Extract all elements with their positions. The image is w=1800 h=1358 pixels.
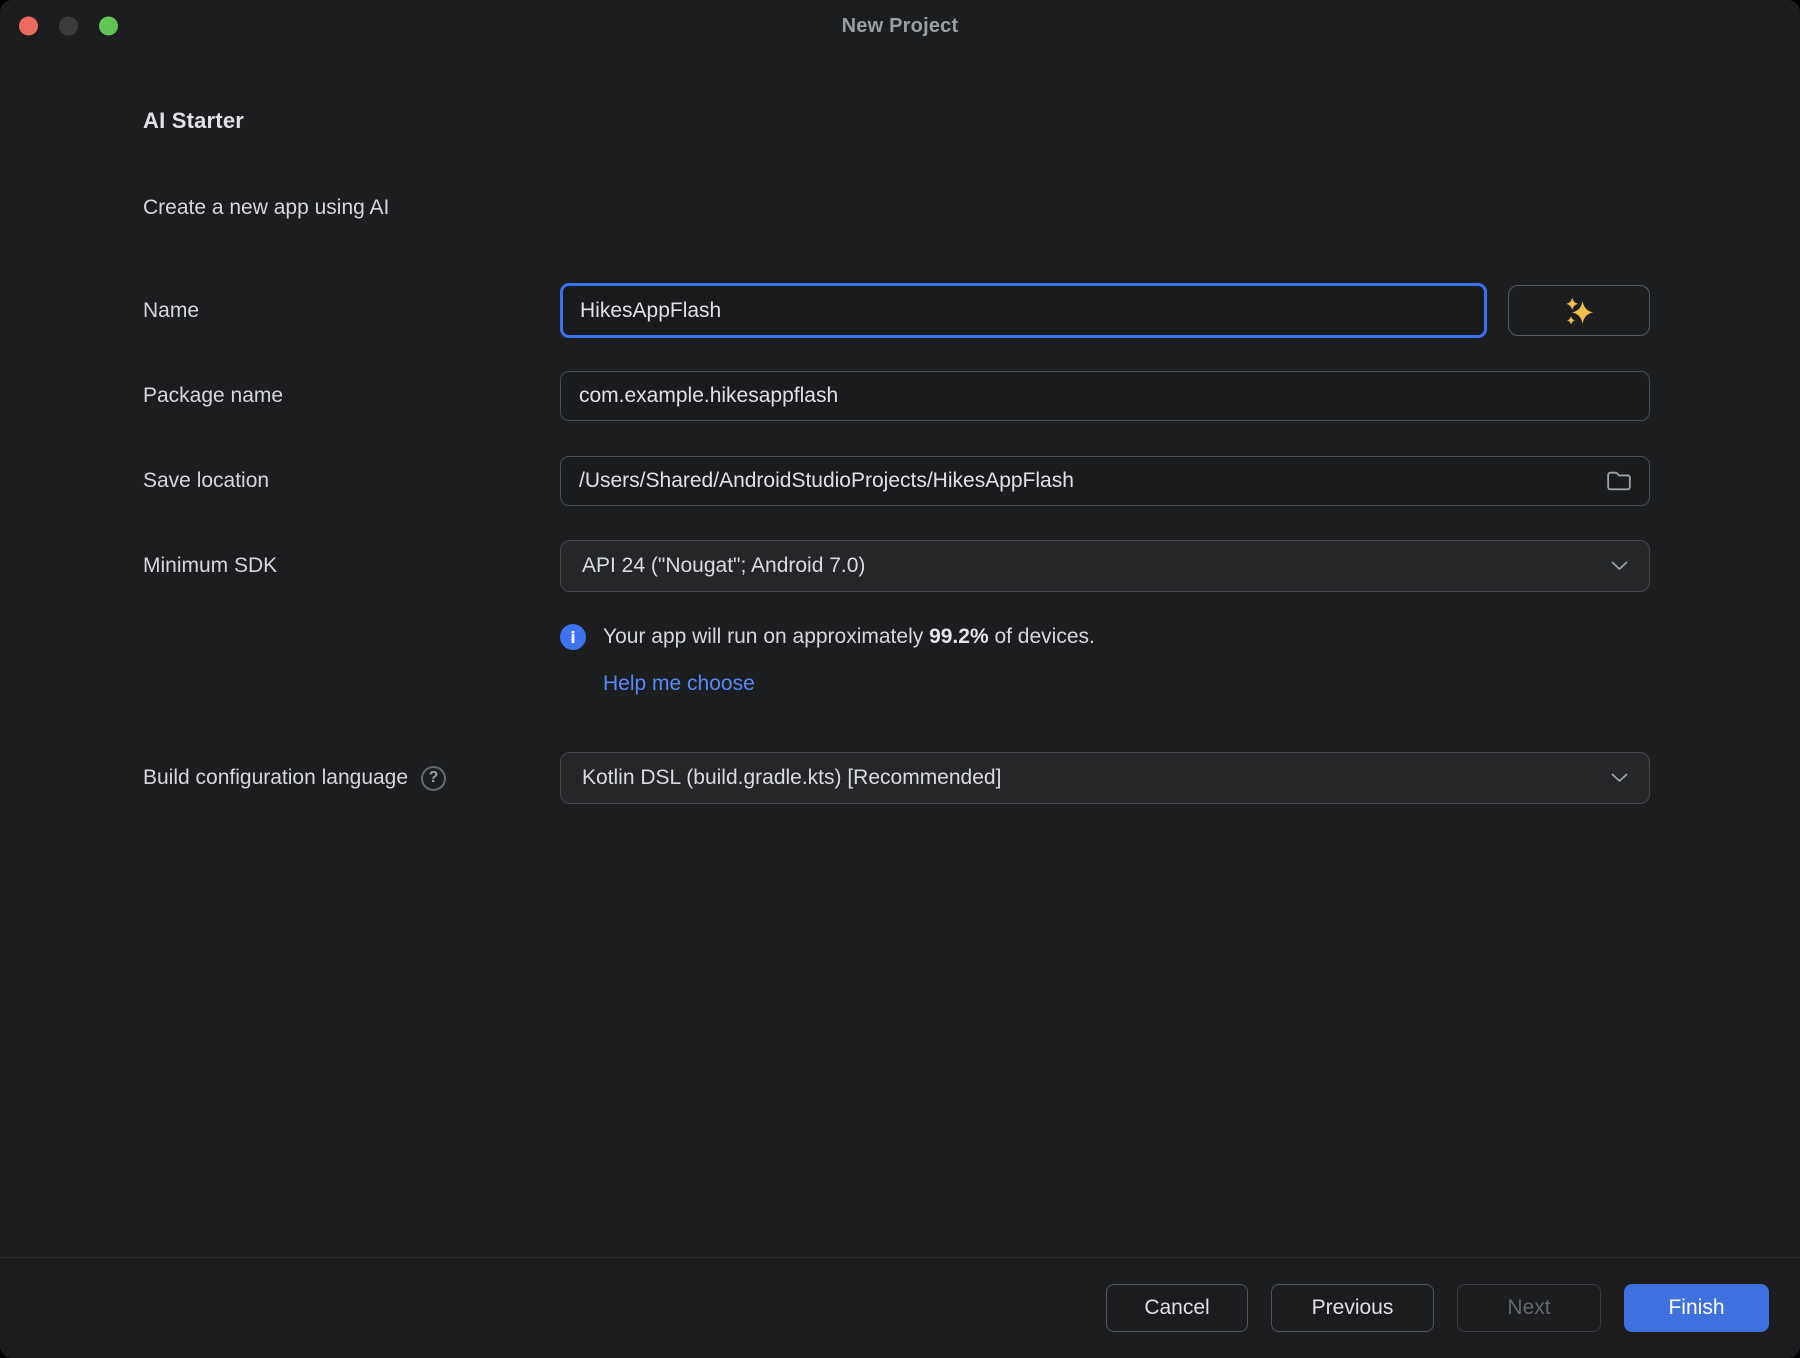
build-config-row: Build configuration language ? Kotlin DS… bbox=[143, 751, 1650, 805]
sdk-info-text: Your app will run on approximately 99.2%… bbox=[603, 625, 1095, 649]
name-input[interactable] bbox=[560, 283, 1487, 338]
cancel-button[interactable]: Cancel bbox=[1106, 1284, 1248, 1332]
package-name-row: Package name bbox=[143, 369, 1650, 423]
help-me-choose-link[interactable]: Help me choose bbox=[603, 672, 755, 696]
save-location-row: Save location bbox=[143, 454, 1650, 508]
sdk-info-line: i Your app will run on approximately 99.… bbox=[560, 624, 1650, 650]
build-config-value: Kotlin DSL (build.gradle.kts) [Recommend… bbox=[582, 766, 1001, 790]
zoom-window-button[interactable] bbox=[99, 17, 118, 36]
name-row: Name bbox=[143, 283, 1650, 338]
package-name-input[interactable] bbox=[560, 371, 1650, 421]
minimum-sdk-row: Minimum SDK API 24 ("Nougat"; Android 7.… bbox=[143, 539, 1650, 593]
dialog-footer: Cancel Previous Next Finish bbox=[0, 1257, 1800, 1358]
chevron-down-icon bbox=[1611, 561, 1628, 571]
finish-button[interactable]: Finish bbox=[1624, 1284, 1769, 1332]
close-window-button[interactable] bbox=[19, 17, 38, 36]
window-controls bbox=[19, 17, 118, 36]
next-button: Next bbox=[1457, 1284, 1601, 1332]
titlebar: New Project bbox=[0, 0, 1800, 52]
minimum-sdk-value: API 24 ("Nougat"; Android 7.0) bbox=[582, 554, 865, 578]
new-project-form: Name bbox=[143, 283, 1650, 805]
previous-button[interactable]: Previous bbox=[1271, 1284, 1434, 1332]
name-label: Name bbox=[143, 299, 560, 323]
folder-browse-icon[interactable] bbox=[1605, 469, 1633, 493]
save-location-label: Save location bbox=[143, 469, 560, 493]
new-project-dialog: New Project AI Starter Create a new app … bbox=[0, 0, 1800, 1358]
info-icon: i bbox=[560, 624, 586, 650]
help-circle-icon[interactable]: ? bbox=[421, 766, 446, 791]
sparkle-icon bbox=[1562, 294, 1596, 328]
package-name-label: Package name bbox=[143, 384, 560, 408]
dialog-content: AI Starter Create a new app using AI Nam… bbox=[0, 108, 1800, 805]
minimum-sdk-select[interactable]: API 24 ("Nougat"; Android 7.0) bbox=[560, 540, 1650, 592]
save-location-input[interactable] bbox=[560, 456, 1650, 506]
build-config-select[interactable]: Kotlin DSL (build.gradle.kts) [Recommend… bbox=[560, 752, 1650, 804]
minimum-sdk-label: Minimum SDK bbox=[143, 554, 560, 578]
page-title: AI Starter bbox=[143, 108, 1650, 134]
window-title: New Project bbox=[842, 15, 959, 38]
ai-generate-name-button[interactable] bbox=[1508, 285, 1650, 336]
page-subtitle: Create a new app using AI bbox=[143, 196, 1650, 220]
sdk-info-block: i Your app will run on approximately 99.… bbox=[560, 624, 1650, 696]
minimize-window-button bbox=[59, 17, 78, 36]
chevron-down-icon bbox=[1611, 773, 1628, 783]
build-config-label: Build configuration language bbox=[143, 766, 408, 790]
device-coverage-value: 99.2% bbox=[929, 625, 989, 648]
